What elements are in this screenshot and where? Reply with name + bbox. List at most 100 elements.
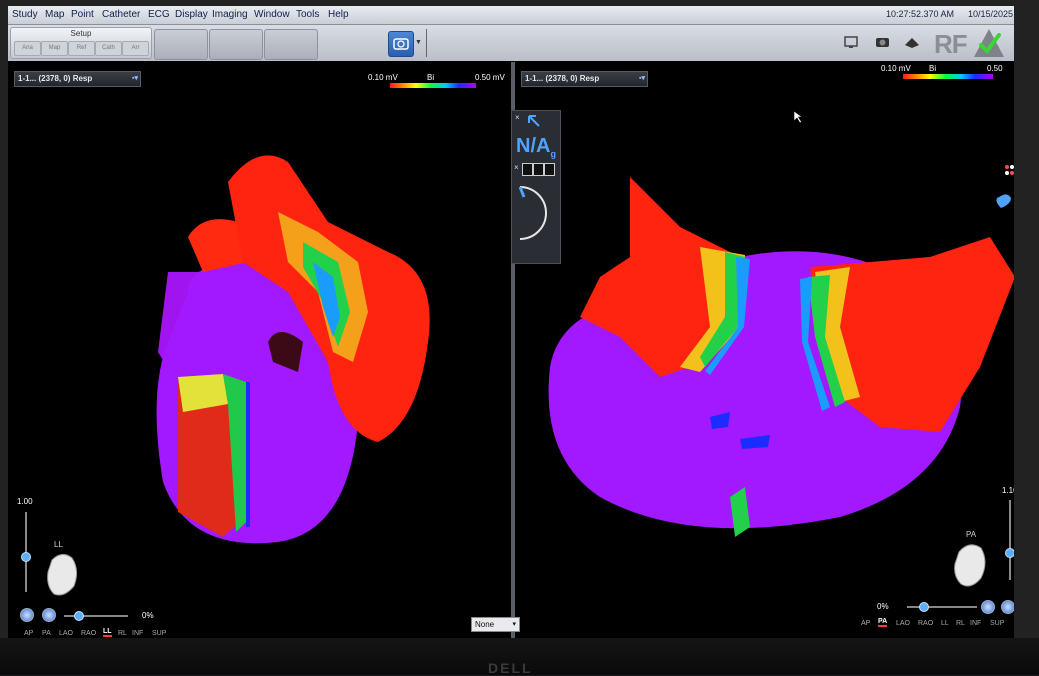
- left-view-inf[interactable]: INF: [132, 630, 143, 637]
- right-color-scale-bar[interactable]: [903, 74, 993, 79]
- left-scale-max: 0.50 mV: [475, 73, 505, 82]
- right-view-inf[interactable]: INF: [970, 620, 981, 627]
- right-view-ll[interactable]: LL: [941, 620, 949, 627]
- pedal-status-icon[interactable]: [903, 35, 921, 49]
- snapshot-button[interactable]: [388, 31, 414, 57]
- left-map-view[interactable]: 1-1... (2378, 0) Resp ▪▾ 0.10 mV Bi 0.50…: [8, 62, 511, 638]
- left-view-pa[interactable]: PA: [42, 630, 51, 637]
- right-scale-max: 0.50: [987, 64, 1003, 73]
- right-view-sup[interactable]: SUP: [990, 620, 1004, 627]
- menu-study[interactable]: Study: [12, 9, 38, 20]
- display-mode-value: None: [475, 620, 495, 629]
- menu-ecg[interactable]: ECG: [148, 9, 170, 20]
- channel-boxes-icon[interactable]: [522, 163, 556, 176]
- left-orientation-label: LL: [54, 540, 63, 549]
- camera-icon: [393, 38, 409, 50]
- display-mode-select[interactable]: None ▾: [471, 617, 520, 632]
- pointer-arrow-icon[interactable]: [526, 113, 542, 129]
- setup-group: Setup Ana Map Ref Cath Arr: [10, 27, 152, 59]
- left-opacity-value: 0%: [142, 611, 154, 620]
- right-map-view[interactable]: 1-1... (2378, 0) Resp ▪▾ 0.10 mV Bi 0.50: [515, 62, 1014, 638]
- toolbar-divider: [426, 29, 427, 57]
- left-voltage-map[interactable]: [128, 142, 468, 562]
- left-view-rl[interactable]: RL: [118, 630, 127, 637]
- menu-map[interactable]: Map: [45, 9, 64, 20]
- left-globe-icon[interactable]: [42, 608, 56, 622]
- rf-logo: RF: [934, 29, 968, 59]
- right-map-name: 1-1... (2378, 0) Resp: [525, 74, 600, 83]
- close-icon[interactable]: ×: [515, 113, 520, 122]
- left-scale-type: Bi: [427, 73, 435, 82]
- left-color-scale-bar[interactable]: [390, 83, 476, 88]
- monitor-status-icon[interactable]: [843, 35, 861, 49]
- right-scale-min: 0.10 mV: [881, 64, 911, 73]
- close-icon[interactable]: ×: [514, 163, 519, 172]
- palette-value: N/Ag: [516, 135, 556, 159]
- right-opacity-value: 0%: [877, 602, 889, 611]
- clock-time: 10:27:52.370 AM: [886, 9, 955, 19]
- toolbar-button-1[interactable]: [154, 29, 208, 60]
- left-view-lao[interactable]: LAO: [59, 630, 73, 637]
- setup-label: Setup: [70, 29, 92, 38]
- heart-orientation-icon[interactable]: [44, 550, 82, 600]
- heart-orientation-icon[interactable]: [951, 540, 991, 592]
- left-rotate-icon[interactable]: [20, 608, 34, 622]
- left-map-selector[interactable]: 1-1... (2378, 0) Resp ▪▾: [14, 71, 141, 87]
- menu-point[interactable]: Point: [71, 9, 94, 20]
- setup-arr-button[interactable]: Arr: [122, 41, 149, 56]
- left-map-name: 1-1... (2378, 0) Resp: [18, 74, 93, 83]
- left-zoom-slider-knob[interactable]: [21, 552, 31, 562]
- checkmark-triangle-icon: [974, 29, 1004, 57]
- right-view-rao[interactable]: RAO: [918, 620, 933, 627]
- right-opacity-slider-track[interactable]: [907, 606, 977, 608]
- setup-ref-button[interactable]: Ref: [68, 41, 95, 56]
- left-view-rao[interactable]: RAO: [81, 630, 96, 637]
- toolbar-button-2[interactable]: [209, 29, 263, 60]
- right-map-selector[interactable]: 1-1... (2378, 0) Resp ▪▾: [521, 71, 648, 87]
- right-zoom-slider-track[interactable]: [1009, 500, 1011, 580]
- menu-tools[interactable]: Tools: [296, 9, 319, 20]
- menu-bar: Study Map Point Catheter ECG Display Ima…: [8, 6, 1014, 25]
- setup-cath-button[interactable]: Cath: [95, 41, 122, 56]
- right-voltage-map[interactable]: [540, 167, 1014, 547]
- right-scale-type: Bi: [929, 64, 937, 73]
- monitor-frame: Study Map Point Catheter ECG Display Ima…: [0, 0, 1039, 676]
- points-grid-icon[interactable]: [987, 162, 1014, 180]
- right-view-pa[interactable]: PA: [878, 618, 888, 627]
- clock-date: 10/15/2025: [968, 9, 1014, 19]
- right-globe-icon[interactable]: [981, 600, 995, 614]
- menu-window[interactable]: Window: [254, 9, 290, 20]
- menu-catheter[interactable]: Catheter: [102, 9, 140, 20]
- monitor-brand-logo: DELL: [488, 660, 533, 676]
- toolbar: Setup Ana Map Ref Cath Arr ▼ RF: [8, 25, 1014, 61]
- setup-anatomy-button[interactable]: Ana: [14, 41, 41, 56]
- left-zoom-value: 1.00: [17, 497, 33, 506]
- right-zoom-slider-knob[interactable]: [1005, 548, 1014, 558]
- chevron-down-icon[interactable]: ▼: [415, 39, 422, 46]
- right-orientation-label: PA: [966, 530, 977, 539]
- right-view-rl[interactable]: RL: [956, 620, 965, 627]
- heart-tag-icon[interactable]: [987, 192, 1014, 210]
- right-view-ap[interactable]: AP: [861, 620, 870, 627]
- left-view-ap[interactable]: AP: [24, 630, 33, 637]
- right-view-lao[interactable]: LAO: [896, 620, 910, 627]
- toolbar-button-3[interactable]: [264, 29, 318, 60]
- left-opacity-slider-knob[interactable]: [74, 611, 84, 621]
- chevron-down-icon: ▾: [512, 621, 516, 628]
- menu-imaging[interactable]: Imaging: [212, 9, 248, 20]
- right-opacity-slider-knob[interactable]: [919, 602, 929, 612]
- gauge-arc-icon[interactable]: [514, 183, 556, 243]
- right-zoom-value: 1.10: [1002, 486, 1014, 495]
- left-view-ll[interactable]: LL: [103, 628, 112, 637]
- left-view-sup[interactable]: SUP: [152, 630, 166, 637]
- menu-help[interactable]: Help: [328, 9, 349, 20]
- left-scale-min: 0.10 mV: [368, 73, 398, 82]
- screen: Study Map Point Catheter ECG Display Ima…: [8, 6, 1014, 638]
- right-rotate-icon[interactable]: [1001, 600, 1014, 614]
- chevron-down-icon: ▪▾: [639, 75, 645, 82]
- menu-display[interactable]: Display: [175, 9, 208, 20]
- tool-palette: × N/Ag ×: [511, 110, 561, 264]
- camera-status-icon[interactable]: [874, 35, 892, 49]
- setup-map-button[interactable]: Map: [41, 41, 68, 56]
- mouse-cursor-icon: [793, 110, 803, 124]
